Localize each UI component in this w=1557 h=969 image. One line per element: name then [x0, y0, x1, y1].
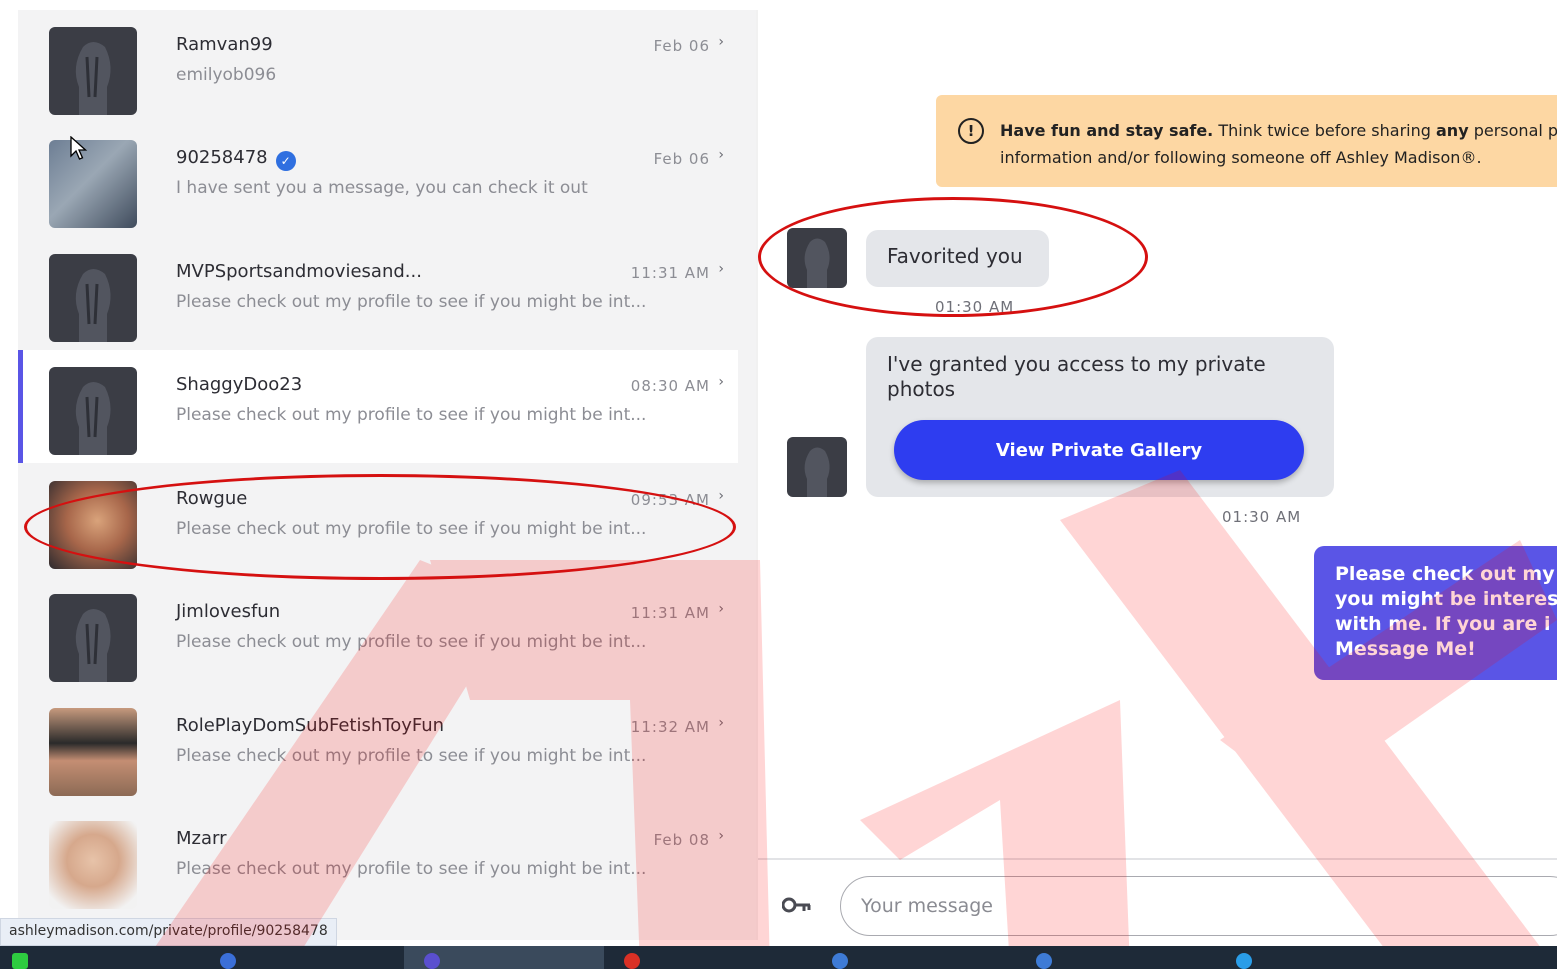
- conversation-name: Mzarr: [176, 828, 227, 849]
- conversation-name: ShaggyDoo23: [176, 374, 303, 395]
- chevron-right-icon: ›: [718, 715, 724, 731]
- taskbar-app-icon[interactable]: [624, 953, 640, 969]
- avatar-silhouette: [49, 254, 137, 342]
- conversation-preview: emilyob096: [176, 65, 277, 85]
- sender-avatar[interactable]: [787, 228, 847, 288]
- conversation-item[interactable]: Ramvan99 emilyob096 Feb 06 ›: [18, 10, 738, 123]
- chevron-right-icon: ›: [718, 147, 724, 163]
- exclamation-circle-icon: !: [958, 118, 984, 144]
- safety-bold-lead: Have fun and stay safe.: [1000, 121, 1214, 140]
- conversation-name: Jimlovesfun: [176, 601, 281, 622]
- conversation-preview: Please check out my profile to see if yo…: [176, 405, 647, 425]
- conversation-time: 11:31 AM: [630, 264, 710, 282]
- page: Ramvan99 emilyob096 Feb 06 › 90258478 ✓ I…: [0, 0, 1557, 969]
- message-composer: [758, 858, 1557, 946]
- conversation-name-text: 90258478: [176, 147, 268, 168]
- taskbar-app-icon[interactable]: [1236, 953, 1252, 969]
- message-text: I've granted you access to my private ph…: [866, 337, 1334, 402]
- key-icon[interactable]: [782, 896, 812, 914]
- conversation-preview: Please check out my profile to see if yo…: [176, 292, 647, 312]
- safety-line2: information and/or following someone off…: [1000, 148, 1482, 167]
- message-bubble-private-access: I've granted you access to my private ph…: [866, 337, 1334, 497]
- chevron-right-icon: ›: [718, 601, 724, 617]
- conversation-time: Feb 08: [653, 831, 710, 849]
- avatar-photo: [49, 821, 137, 909]
- chevron-right-icon: ›: [718, 34, 724, 50]
- conversation-item[interactable]: RolePlayDomSubFetishToyFun Please check …: [18, 691, 738, 804]
- taskbar-app-icon[interactable]: [1036, 953, 1052, 969]
- chat-pane: ! Have fun and stay safe. Think twice be…: [758, 0, 1557, 946]
- conversation-preview: Please check out my profile to see if yo…: [176, 519, 647, 539]
- conversation-item[interactable]: Mzarr Please check out my profile to see…: [18, 804, 738, 917]
- conversation-name: 90258478 ✓: [176, 147, 296, 171]
- conversation-time: Feb 06: [653, 37, 710, 55]
- conversation-time: 08:30 AM: [630, 377, 710, 395]
- safety-text-b: personal pict: [1473, 121, 1557, 140]
- safety-notice: ! Have fun and stay safe. Think twice be…: [936, 95, 1557, 187]
- avatar-silhouette: [49, 27, 137, 115]
- taskbar-app-icon[interactable]: [832, 953, 848, 969]
- safety-text-a: Think twice before sharing: [1218, 121, 1431, 140]
- taskbar-app-icon[interactable]: [220, 953, 236, 969]
- message-text: Favorited you: [887, 244, 1023, 268]
- verified-check-icon: ✓: [275, 151, 296, 171]
- conversation-list: Ramvan99 emilyob096 Feb 06 › 90258478 ✓ I…: [18, 10, 758, 940]
- conversation-preview: Please check out my profile to see if yo…: [176, 859, 647, 879]
- chevron-right-icon: ›: [718, 261, 724, 277]
- taskbar: [0, 946, 1557, 969]
- chevron-right-icon: ›: [718, 828, 724, 844]
- conversation-preview: Please check out my profile to see if yo…: [176, 746, 647, 766]
- outgoing-line: Please check out my: [1335, 563, 1555, 585]
- safety-notice-text: Have fun and stay safe. Think twice befo…: [1000, 117, 1557, 171]
- message-text-line2: photos: [887, 377, 956, 401]
- safety-bold-word: any: [1436, 121, 1469, 140]
- conversation-time: 11:32 AM: [630, 718, 710, 736]
- avatar-photo: [49, 140, 137, 228]
- sender-avatar[interactable]: [787, 437, 847, 497]
- message-timestamp: 01:30 AM: [935, 298, 1015, 316]
- message-timestamp: 01:30 AM: [1222, 508, 1302, 526]
- conversation-preview: I have sent you a message, you can check…: [176, 178, 588, 198]
- view-private-gallery-button[interactable]: View Private Gallery: [894, 420, 1304, 480]
- conversation-item[interactable]: 90258478 ✓ I have sent you a message, you…: [18, 123, 738, 236]
- outgoing-line: Message Me!: [1335, 638, 1476, 660]
- status-bar-url: ashleymadison.com/private/profile/902584…: [0, 918, 337, 946]
- taskbar-app-icon[interactable]: [424, 953, 440, 969]
- avatar-photo: [49, 481, 137, 569]
- avatar-photo: [49, 708, 137, 796]
- outgoing-line: with me. If you are i: [1335, 613, 1551, 635]
- conversation-time: Feb 06: [653, 150, 710, 168]
- message-bubble-outgoing: Please check out my you might be interes…: [1314, 546, 1557, 680]
- avatar-silhouette: [49, 594, 137, 682]
- conversation-name: RolePlayDomSubFetishToyFun: [176, 715, 445, 736]
- avatar-silhouette: [49, 367, 137, 455]
- conversation-name: Ramvan99: [176, 34, 273, 55]
- conversation-preview: Please check out my profile to see if yo…: [176, 632, 647, 652]
- chevron-right-icon: ›: [718, 488, 724, 504]
- message-text-line1: I've granted you access to my private: [887, 352, 1266, 376]
- conversation-name: MVPSportsandmoviesand...: [176, 261, 422, 282]
- conversation-item[interactable]: Rowgue Please check out my profile to se…: [18, 464, 738, 577]
- conversation-item[interactable]: MVPSportsandmoviesand... Please check ou…: [18, 237, 738, 350]
- conversation-time: 11:31 AM: [630, 604, 710, 622]
- conversation-name: Rowgue: [176, 488, 248, 509]
- outgoing-line: you might be interes: [1335, 588, 1557, 610]
- message-bubble-favorited: Favorited you: [866, 230, 1049, 287]
- chevron-right-icon: ›: [718, 374, 724, 390]
- conversation-item[interactable]: Jimlovesfun Please check out my profile …: [18, 577, 738, 690]
- conversation-time: 09:53 AM: [630, 491, 710, 509]
- mouse-cursor-icon: [70, 136, 88, 160]
- message-input[interactable]: [840, 876, 1557, 936]
- conversation-item-active[interactable]: ShaggyDoo23 Please check out my profile …: [18, 350, 738, 463]
- taskbar-app-icon[interactable]: [12, 953, 28, 969]
